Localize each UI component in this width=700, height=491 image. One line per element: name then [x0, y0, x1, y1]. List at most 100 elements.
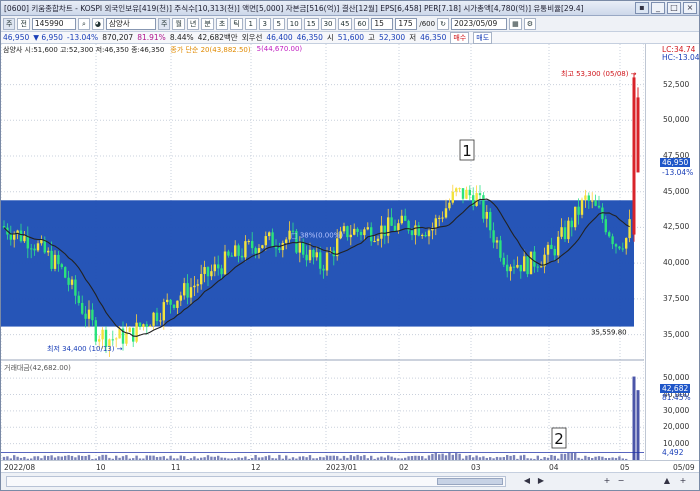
candle	[482, 195, 485, 219]
candle	[536, 266, 539, 268]
candle	[621, 248, 624, 250]
date-input[interactable]: 2023/05/09	[451, 17, 508, 30]
y-tick: 52,500	[663, 79, 690, 89]
change-percent: -13.04%	[66, 33, 99, 42]
window-settings-button[interactable]: ▪	[635, 2, 649, 14]
close-button[interactable]: ×	[683, 2, 697, 14]
candle	[376, 238, 380, 241]
x-tick: 2023/01	[326, 463, 358, 472]
y-tick: 42,500	[663, 222, 690, 232]
volume-bar	[574, 453, 577, 460]
x-tick: 02	[399, 463, 409, 472]
candle	[298, 242, 301, 253]
candle	[74, 279, 77, 296]
interval-15-button[interactable]: 15	[303, 17, 319, 30]
scroll-left-button[interactable]: ◀	[521, 476, 533, 487]
stock-list-select[interactable]: 전	[17, 17, 30, 30]
candle	[172, 304, 176, 308]
interval-30-button[interactable]: 30	[320, 17, 336, 30]
candle	[193, 285, 196, 288]
candle	[312, 249, 315, 258]
interval-10-button[interactable]: 10	[286, 17, 302, 30]
candle	[618, 246, 621, 249]
stock-code-input[interactable]: 145990	[31, 17, 76, 30]
interval-5-button[interactable]: 5	[272, 17, 285, 30]
candle	[526, 256, 529, 275]
interval-45-button[interactable]: 45	[337, 17, 353, 30]
settings-icon[interactable]: ⚙	[523, 17, 536, 30]
candle	[625, 238, 628, 249]
candle	[237, 245, 240, 256]
candle	[268, 232, 271, 237]
period-day-button[interactable]: 주	[158, 17, 171, 30]
candle	[200, 273, 203, 285]
price-chart[interactable]: 35,559.80 최고 53,300 (05/08) → 최저 34,400 …	[1, 44, 644, 460]
volume-value: 870,207	[102, 33, 134, 42]
stock-name-field[interactable]: 삼양사	[106, 17, 157, 30]
interval-60-button[interactable]: 60	[354, 17, 370, 30]
scroll-right-button[interactable]: ▶	[535, 476, 547, 487]
maximize-button[interactable]: □	[667, 2, 681, 14]
wave-label-2: 2	[551, 427, 567, 449]
search-icon[interactable]: ⌕	[77, 17, 90, 30]
y-axis: 35,000 37,500 40,000 42,500 45,000 47,500 50,0…	[645, 44, 700, 460]
volume-bar	[455, 453, 458, 460]
current-price-tag: 46,950	[660, 157, 691, 167]
candle	[183, 283, 186, 296]
minimize-button[interactable]: _	[651, 2, 665, 14]
zoom-out-button[interactable]: −	[615, 476, 627, 487]
count-input[interactable]: 175	[395, 17, 418, 30]
candle	[30, 248, 33, 250]
candle	[19, 230, 23, 242]
interval-3-button[interactable]: 3	[258, 17, 271, 30]
candle	[203, 267, 206, 274]
refresh-icon[interactable]: ↻	[437, 17, 450, 30]
candle	[285, 239, 288, 243]
candle	[227, 251, 230, 256]
trade-amount: 42,682백만	[197, 33, 238, 42]
candle	[254, 248, 257, 254]
volume-bar	[570, 452, 573, 460]
stock-icon[interactable]: ◕	[91, 17, 105, 30]
scroll-thumb[interactable]	[437, 478, 503, 485]
candle	[587, 195, 590, 201]
candle	[441, 217, 444, 219]
interval-1-button[interactable]: 1	[244, 17, 257, 30]
candle	[597, 205, 601, 208]
period-tick-button[interactable]: 틱	[230, 17, 243, 30]
status-bar: ◀ ▶ + − ▲ +	[1, 472, 699, 490]
x-tick: 04	[549, 463, 559, 472]
volume-bar	[434, 452, 437, 460]
y-tick: 20,000	[663, 422, 690, 432]
candle	[608, 232, 611, 237]
candle	[492, 230, 495, 243]
collapse-button[interactable]: ▲	[661, 476, 673, 487]
candle	[166, 299, 169, 303]
sell-button[interactable]: 매도	[473, 31, 493, 44]
candle	[13, 234, 16, 240]
pref-label: 외우선	[241, 33, 263, 42]
candle	[64, 267, 67, 278]
zoom-in-button[interactable]: +	[601, 476, 613, 487]
add-button[interactable]: +	[677, 476, 689, 487]
interval-input[interactable]: 15	[371, 17, 394, 30]
candle	[455, 188, 458, 192]
volume-bars	[2, 376, 640, 460]
period-month-button[interactable]: 년	[186, 17, 200, 30]
candle	[132, 327, 135, 342]
chart-scrollbar[interactable]	[6, 476, 506, 487]
candle	[84, 313, 87, 319]
candle	[489, 211, 492, 231]
candle	[414, 225, 417, 236]
candle	[67, 277, 70, 285]
period-week-button[interactable]: 월	[172, 17, 185, 30]
buy-button[interactable]: 매수	[450, 31, 470, 44]
period-min-button[interactable]: 분	[201, 17, 214, 30]
calendar-icon[interactable]: ▦	[509, 17, 522, 30]
low-annotation: 최저 34,400 (10/13) →	[47, 344, 123, 353]
chart-type-select[interactable]: 주	[3, 17, 16, 30]
candle	[523, 256, 526, 272]
period-sec-button[interactable]: 초	[215, 17, 229, 30]
candle	[636, 97, 640, 173]
open-value: 51,600	[337, 33, 365, 42]
